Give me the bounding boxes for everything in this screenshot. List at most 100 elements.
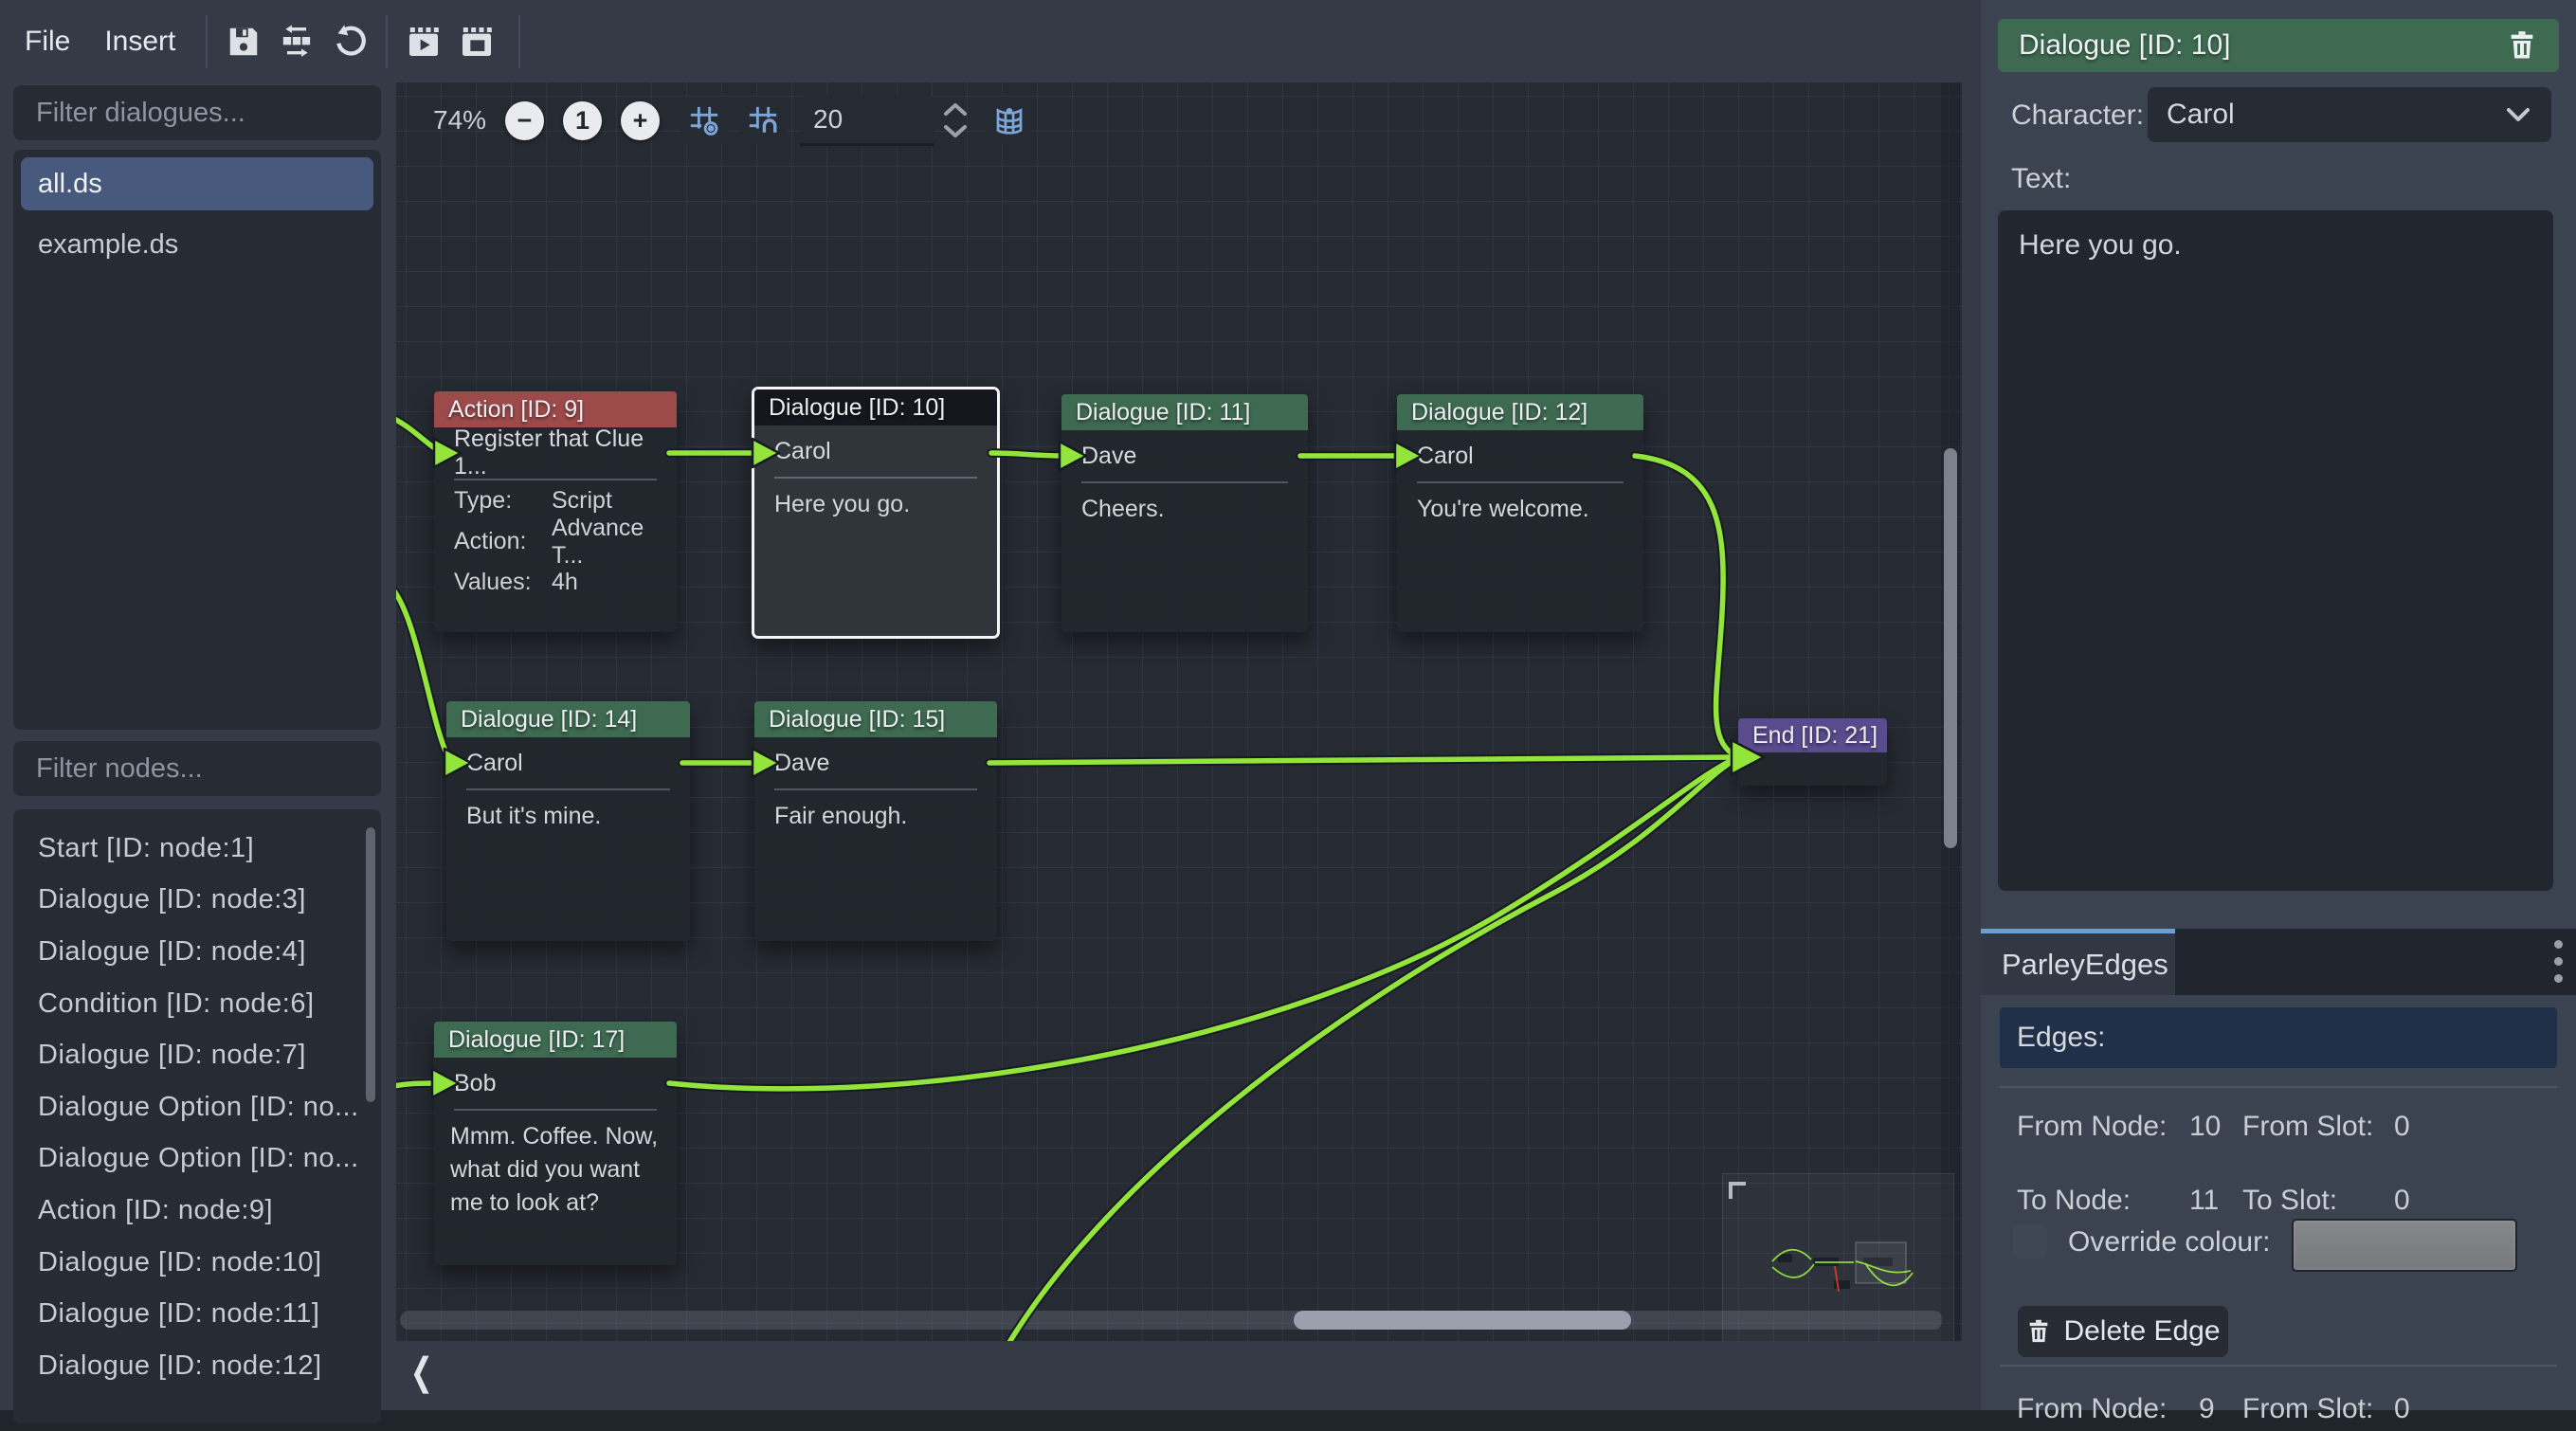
divider [2000,1365,2557,1367]
graph-node-end-21[interactable]: End [ID: 21] [1738,718,1887,786]
collapse-panel-icon[interactable]: ❮ [410,1350,433,1394]
dialogues-filter-input[interactable] [13,98,393,129]
undo-icon[interactable] [323,15,376,68]
graph-node-action-9[interactable]: Action [ID: 9] Register that Clue 1... T… [434,391,677,632]
zoom-in-button[interactable]: + [621,101,660,140]
node-title: Dialogue [ID: 17] [448,1026,625,1054]
delete-node-icon[interactable] [2506,29,2538,62]
node-header[interactable]: Action [ID: 9] [434,391,677,427]
toolbar-separator [518,15,520,68]
override-colour-label: Override colour: [2068,1226,2270,1259]
save-icon[interactable] [217,15,270,68]
node-header[interactable]: End [ID: 21] [1738,718,1887,752]
node-header[interactable]: Dialogue [ID: 11] [1061,394,1308,430]
menu-insert[interactable]: Insert [87,0,192,82]
node-slot-row: Dave [754,737,997,788]
file-item[interactable]: example.ds [13,218,381,271]
minimap-viewport[interactable] [1856,1242,1906,1283]
node-header[interactable]: Dialogue [ID: 14] [446,701,690,737]
edge-to-row: To Node: 11 To Slot: 0 [1981,1185,2576,1223]
nodes-list-scrollbar[interactable] [366,827,375,1102]
node-list-item[interactable]: Dialogue [ID: node:4] [13,926,381,978]
spin-down-icon[interactable] [942,124,969,139]
graph-node-dialogue-12[interactable]: Dialogue [ID: 12] Carol You're welcome. [1397,394,1643,632]
canvas-vscrollbar[interactable] [1941,82,1960,1341]
zoom-reset-button[interactable]: 1 [563,101,602,140]
reorder-nodes-icon[interactable] [270,15,323,68]
node-list-item[interactable]: Condition [ID: node:6] [13,978,381,1030]
minimap[interactable] [1722,1173,1954,1341]
node-slot-row: Dave [1061,430,1308,481]
snap-to-grid-toggle[interactable] [680,97,728,144]
node-list-item[interactable]: Dialogue [ID: node:3] [13,875,381,927]
spin-up-icon[interactable] [942,101,969,117]
node-list-item[interactable]: Dialogue Option [ID: no... [13,1081,381,1133]
test-dialogue-icon[interactable] [397,15,450,68]
node-text: Fair enough. [754,790,997,833]
node-list-item[interactable]: Dialogue [ID: node:10] [13,1237,381,1289]
override-colour-checkbox[interactable] [2013,1224,2047,1259]
chevron-down-icon [2504,105,2532,124]
canvas-hscrollbar-thumb[interactable] [1294,1311,1631,1330]
canvas-hscrollbar[interactable] [400,1311,1943,1330]
node-divider [1081,481,1288,483]
trash-icon [2025,1318,2052,1345]
override-colour-swatch[interactable] [2292,1219,2517,1272]
file-item-selected[interactable]: all.ds [21,157,373,210]
node-header[interactable]: Dialogue [ID: 17] [434,1022,677,1058]
minimap-toggle[interactable] [986,97,1033,144]
node-list-item[interactable]: Action [ID: node:9] [13,1185,381,1237]
delete-edge-button[interactable]: Delete Edge [2018,1306,2228,1357]
graph-node-dialogue-14[interactable]: Dialogue [ID: 14] Carol But it's mine. [446,701,690,941]
node-text: Mmm. Coffee. Now, what did you want me t… [434,1111,677,1220]
canvas-vscrollbar-thumb[interactable] [1944,448,1957,848]
node-divider [454,479,657,480]
node-title: Dialogue [ID: 10] [769,394,945,422]
dialogues-filter [13,85,381,140]
node-list-item[interactable]: Dialogue [ID: node:11] [13,1288,381,1340]
from-slot-value: 0 [2394,1111,2410,1143]
character-dropdown[interactable]: Carol [2148,87,2551,142]
graph-node-dialogue-10[interactable]: Dialogue [ID: 10] Carol Here you go. [752,387,1000,639]
text-input[interactable]: Here you go. [1998,210,2553,891]
toolbar-separator [386,15,388,68]
node-divider [1417,481,1624,483]
divider [2000,1086,2557,1088]
grid-snap-toggle[interactable] [739,97,787,144]
zoom-out-button[interactable]: − [505,101,544,140]
nodes-filter-input[interactable] [13,753,393,785]
node-title: End [ID: 21] [1752,722,1878,750]
node-header[interactable]: Dialogue [ID: 15] [754,701,997,737]
node-text: Cheers. [1061,483,1308,526]
graph-node-dialogue-15[interactable]: Dialogue [ID: 15] Dave Fair enough. [754,701,997,941]
minimap-resize-handle [1731,1184,1746,1199]
dialogue-files-list: all.ds example.ds [13,150,381,730]
snap-step-field[interactable]: 20 [800,96,934,146]
node-header[interactable]: Dialogue [ID: 12] [1397,394,1643,430]
app-window: File Insert all.ds example. [0,0,2576,1410]
to-node-value: 11 [2189,1185,2219,1217]
node-list-item[interactable]: Dialogue [ID: node:7] [13,1029,381,1081]
node-title: Dialogue [ID: 12] [1411,399,1587,426]
node-title: Dialogue [ID: 15] [769,706,945,734]
menu-file[interactable]: File [8,0,87,82]
edge-from-row: From Node: 9 From Slot: 0 [1981,1393,2576,1431]
graph-node-dialogue-17[interactable]: Dialogue [ID: 17] Bob Mmm. Coffee. Now, … [434,1022,677,1265]
graph-node-dialogue-11[interactable]: Dialogue [ID: 11] Dave Cheers. [1061,394,1308,632]
node-list-item[interactable]: Start [ID: node:1] [13,823,381,875]
edge-from-row: From Node: 10 From Slot: 0 [1981,1111,2576,1149]
node-text: You're welcome. [1397,483,1643,526]
tab-parley-edges[interactable]: ParleyEdges [1981,929,2175,995]
right-panel: Dialogue [ID: 10] Character: Carol Text:… [1981,0,2576,1410]
graph-canvas[interactable]: Action [ID: 9] Register that Clue 1... T… [396,82,1962,1341]
nodes-filter [13,741,381,796]
node-list-item[interactable]: Dialogue [ID: node:12] [13,1340,381,1392]
to-slot-value: 0 [2394,1185,2410,1217]
node-slot-row: Bob [434,1058,677,1109]
new-dialogue-icon[interactable] [450,15,503,68]
node-header[interactable]: Dialogue [ID: 10] [754,389,997,426]
node-list-item[interactable]: Dialogue Option [ID: no... [13,1133,381,1186]
toolbar-separator [206,15,208,68]
panel-menu-icon[interactable] [2554,940,2563,983]
node-text: But it's mine. [446,790,690,833]
